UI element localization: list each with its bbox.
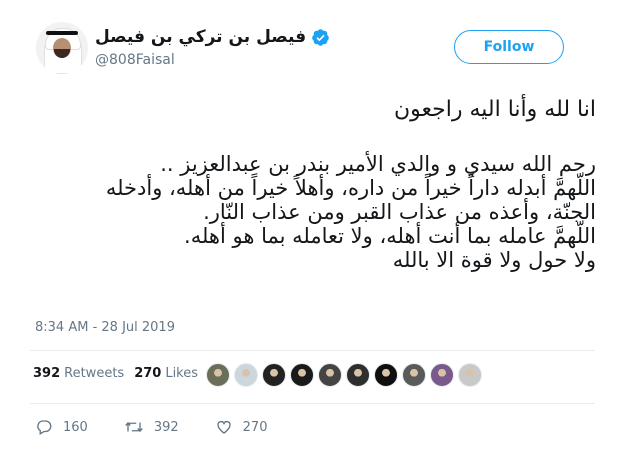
figure-avatar-icon[interactable]	[430, 363, 454, 387]
default-avatar-icon[interactable]	[234, 363, 258, 387]
likes-label[interactable]: Likes	[165, 366, 198, 381]
art-avatar-icon[interactable]	[374, 363, 398, 387]
tweet-line: انا لله وأنا اليه راجعون	[394, 97, 596, 122]
emblem-avatar-icon[interactable]	[262, 363, 286, 387]
reply-button[interactable]: 160	[35, 418, 88, 436]
divider	[30, 350, 595, 351]
verified-badge-icon	[311, 28, 330, 47]
retweet-icon	[124, 418, 144, 436]
tweet-line: الجنّة، وأعذه من عذاب القبر ومن عذاب الن…	[203, 200, 596, 224]
retweets-count[interactable]: 392	[33, 366, 60, 381]
tweet-card: فيصل بن تركي بن فيصل @808Faisal Follow ا…	[0, 0, 625, 454]
portrait-avatar-icon[interactable]	[346, 363, 370, 387]
group-avatar-icon[interactable]	[402, 363, 426, 387]
author-name-row[interactable]: فيصل بن تركي بن فيصل	[95, 25, 330, 49]
tweet-line: اللّهمَّ أبدله داراً خيراً من داره، وأهل…	[105, 176, 596, 200]
avatar[interactable]	[36, 22, 88, 74]
timestamp[interactable]: 8:34 AM - 28 Jul 2019	[35, 320, 175, 335]
like-button[interactable]: 270	[215, 418, 268, 436]
retweet-button[interactable]: 392	[124, 418, 179, 436]
handle[interactable]: @808Faisal	[95, 52, 175, 68]
reply-count: 160	[63, 419, 88, 435]
tweet-line: ولا حول ولا قوة الا بالله	[392, 248, 596, 272]
likes-count[interactable]: 270	[134, 366, 161, 381]
liker-avatars	[206, 363, 482, 387]
tweet-text: انا لله وأنا اليه راجعون رحم الله سيدي و…	[30, 97, 596, 273]
person-avatar-icon[interactable]	[318, 363, 342, 387]
divider	[30, 403, 595, 404]
gold-emblem-avatar-icon[interactable]	[290, 363, 314, 387]
engagement-stats: 392 Retweets 270 Likes	[33, 366, 198, 381]
reply-icon	[35, 418, 53, 436]
man-avatar-icon[interactable]	[458, 363, 482, 387]
airplane-avatar-icon[interactable]	[206, 363, 230, 387]
tweet-actions: 160 392 270	[35, 418, 303, 436]
like-count: 270	[242, 419, 268, 435]
retweet-count: 392	[153, 419, 179, 435]
tweet-line: اللّهمَّ عامله بما أنت أهله، ولا تعامله …	[184, 224, 596, 248]
heart-icon	[215, 418, 233, 436]
follow-button[interactable]: Follow	[454, 30, 564, 64]
display-name[interactable]: فيصل بن تركي بن فيصل	[95, 27, 306, 47]
tweet-line: رحم الله سيدي و والدي الأمير بندر بن عبد…	[160, 152, 596, 176]
retweets-label[interactable]: Retweets	[64, 366, 124, 381]
